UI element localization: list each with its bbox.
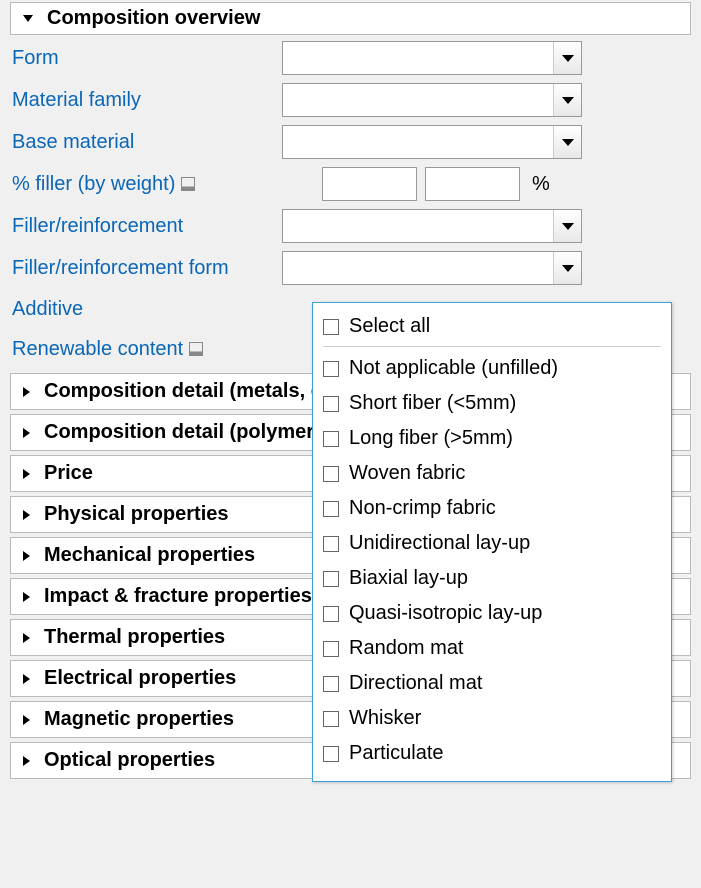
- section-title: Optical properties: [44, 749, 215, 772]
- section-title: Physical properties: [44, 503, 229, 526]
- option-label: Long fiber (>5mm): [349, 427, 513, 450]
- option-item[interactable]: Non-crimp fabric: [323, 491, 661, 526]
- option-label: Biaxial lay-up: [349, 567, 468, 590]
- option-item[interactable]: Unidirectional lay-up: [323, 526, 661, 561]
- chevron-down-icon: [23, 15, 33, 22]
- checkbox-icon: [323, 676, 339, 692]
- input-filler-pct-from[interactable]: [322, 167, 417, 201]
- checkbox-icon: [323, 536, 339, 552]
- label-filler-reinforcement: Filler/reinforcement: [12, 215, 282, 238]
- dropdown-filler-reinforcement[interactable]: [282, 209, 582, 243]
- chevron-right-icon: [23, 510, 30, 520]
- chevron-down-icon: [553, 84, 581, 116]
- option-label: Select all: [349, 315, 430, 338]
- section-title: Composition overview: [47, 7, 260, 30]
- chevron-right-icon: [23, 633, 30, 643]
- option-item[interactable]: Random mat: [323, 631, 661, 666]
- checkbox-icon: [323, 606, 339, 622]
- chevron-right-icon: [23, 551, 30, 561]
- checkbox-icon: [323, 319, 339, 335]
- chevron-right-icon: [23, 756, 30, 766]
- chevron-right-icon: [23, 428, 30, 438]
- label-renewable-content: Renewable content: [12, 338, 183, 361]
- option-item[interactable]: Directional mat: [323, 666, 661, 701]
- section-title: Electrical properties: [44, 667, 236, 690]
- option-label: Woven fabric: [349, 462, 465, 485]
- option-item[interactable]: Long fiber (>5mm): [323, 421, 661, 456]
- section-title: Impact & fracture properties: [44, 585, 312, 608]
- section-title: Price: [44, 462, 93, 485]
- chart-icon[interactable]: [181, 177, 195, 191]
- label-filler-reinforcement-form: Filler/reinforcement form: [12, 257, 282, 280]
- dropdown-popup-filler-form: Select all Not applicable (unfilled) Shor…: [312, 302, 672, 782]
- option-label: Unidirectional lay-up: [349, 532, 530, 555]
- option-label: Random mat: [349, 637, 464, 660]
- checkbox-icon: [323, 396, 339, 412]
- option-item[interactable]: Biaxial lay-up: [323, 561, 661, 596]
- chevron-down-icon: [553, 210, 581, 242]
- dropdown-material-family[interactable]: [282, 83, 582, 117]
- option-label: Quasi-isotropic lay-up: [349, 602, 542, 625]
- option-label: Short fiber (<5mm): [349, 392, 516, 415]
- section-title: Thermal properties: [44, 626, 225, 649]
- label-base-material: Base material: [12, 131, 282, 154]
- checkbox-icon: [323, 641, 339, 657]
- input-filler-pct-to[interactable]: [425, 167, 520, 201]
- option-label: Non-crimp fabric: [349, 497, 496, 520]
- chevron-right-icon: [23, 715, 30, 725]
- chevron-down-icon: [553, 126, 581, 158]
- chevron-right-icon: [23, 387, 30, 397]
- option-label: Whisker: [349, 707, 421, 730]
- label-additive: Additive: [12, 298, 282, 321]
- checkbox-icon: [323, 466, 339, 482]
- section-title: Magnetic properties: [44, 708, 234, 731]
- section-title: Mechanical properties: [44, 544, 255, 567]
- option-item[interactable]: Woven fabric: [323, 456, 661, 491]
- label-filler-pct: % filler (by weight): [12, 173, 175, 196]
- unit-label: %: [528, 173, 550, 196]
- checkbox-icon: [323, 361, 339, 377]
- checkbox-icon: [323, 571, 339, 587]
- checkbox-icon: [323, 501, 339, 517]
- chevron-right-icon: [23, 592, 30, 602]
- option-item[interactable]: Whisker: [323, 701, 661, 736]
- label-material-family: Material family: [12, 89, 282, 112]
- option-item[interactable]: Quasi-isotropic lay-up: [323, 596, 661, 631]
- checkbox-icon: [323, 711, 339, 727]
- chevron-down-icon: [553, 42, 581, 74]
- chevron-right-icon: [23, 674, 30, 684]
- option-item[interactable]: Particulate: [323, 736, 661, 771]
- dropdown-filler-reinforcement-form[interactable]: [282, 251, 582, 285]
- chart-icon[interactable]: [189, 342, 203, 356]
- option-label: Directional mat: [349, 672, 482, 695]
- option-item[interactable]: Not applicable (unfilled): [323, 351, 661, 386]
- option-label: Particulate: [349, 742, 444, 765]
- chevron-right-icon: [23, 469, 30, 479]
- option-select-all[interactable]: Select all: [323, 309, 661, 347]
- dropdown-base-material[interactable]: [282, 125, 582, 159]
- label-form: Form: [12, 47, 282, 70]
- option-label: Not applicable (unfilled): [349, 357, 558, 380]
- dropdown-form[interactable]: [282, 41, 582, 75]
- checkbox-icon: [323, 431, 339, 447]
- chevron-down-icon: [553, 252, 581, 284]
- section-composition-overview[interactable]: Composition overview: [10, 2, 691, 35]
- checkbox-icon: [323, 746, 339, 762]
- option-item[interactable]: Short fiber (<5mm): [323, 386, 661, 421]
